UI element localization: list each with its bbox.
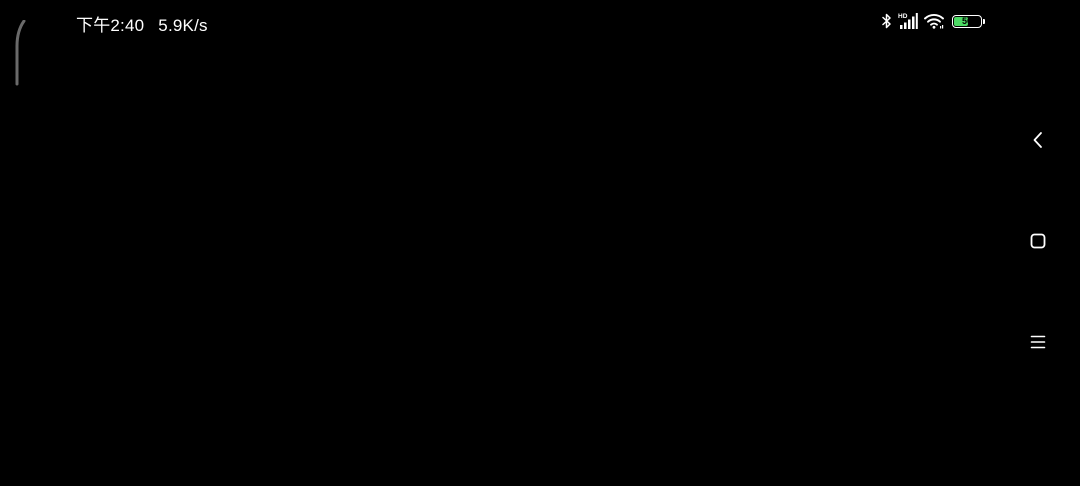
recents-icon xyxy=(1029,333,1047,356)
home-icon xyxy=(1029,232,1047,255)
signal-icon: HD xyxy=(898,12,918,30)
recents-button[interactable] xyxy=(1018,324,1058,364)
back-icon xyxy=(1031,130,1045,155)
status-icons: HD 56 xyxy=(882,11,985,31)
battery-level: 56 xyxy=(961,15,972,26)
bluetooth-icon xyxy=(882,13,892,29)
edge-gesture-handle[interactable] xyxy=(14,19,26,91)
status-time: 下午2:40 xyxy=(76,16,145,35)
screen: 下午2:40 5.9K/s HD 56 xyxy=(0,0,1080,486)
battery-icon: 56 xyxy=(952,14,985,28)
battery-tip xyxy=(983,18,985,24)
status-bar: 下午2:40 5.9K/s HD 56 xyxy=(0,0,1080,42)
home-button[interactable] xyxy=(1018,223,1058,263)
network-badge: HD xyxy=(898,13,908,20)
network-speed: 5.9K/s xyxy=(158,16,208,35)
back-button[interactable] xyxy=(1018,122,1058,162)
status-left: 下午2:40 5.9K/s xyxy=(76,11,208,36)
wifi-icon xyxy=(924,13,944,29)
navigation-bar xyxy=(1000,0,1080,486)
